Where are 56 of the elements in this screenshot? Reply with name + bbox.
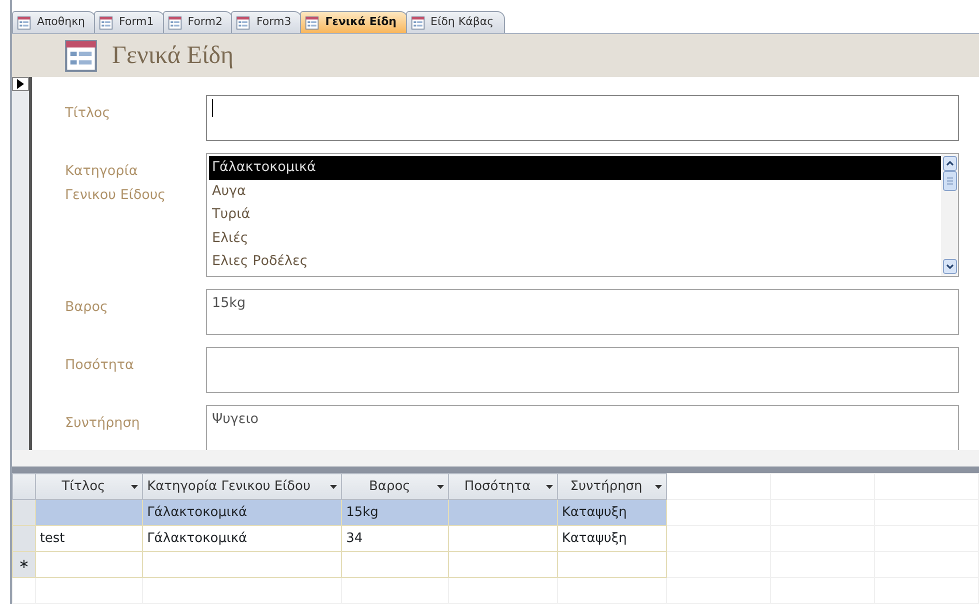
table-row[interactable]: test Γάλακτοκομικά 34 Καταψυξη (12, 526, 978, 552)
record-selector[interactable] (12, 77, 29, 92)
table-cell: Γάλακτοκομικά (147, 530, 248, 546)
document-tab[interactable]: Είδη Κάβας (406, 11, 505, 33)
form-icon (17, 16, 31, 30)
current-record-icon (17, 79, 24, 90)
field-label: Τίτλος (65, 104, 112, 124)
list-item[interactable]: Τυριά (209, 203, 941, 227)
dropdown-caret-icon[interactable] (437, 484, 444, 488)
column-header[interactable]: Ποσότητα (448, 474, 558, 500)
dropdown-caret-icon[interactable] (654, 484, 662, 488)
scroll-thumb-icon[interactable] (942, 171, 956, 192)
table-cell: Καταψυξη (562, 504, 627, 520)
table-cell: 34 (346, 530, 363, 546)
field-label: Ποσότητα (65, 356, 135, 376)
table-row[interactable]: Γάλακτοκομικά 15kg Καταψυξη (12, 500, 978, 526)
list-item[interactable]: Αυγα (209, 180, 941, 204)
column-header[interactable]: Τίτλος (35, 474, 143, 500)
input-field[interactable]: 15kg (206, 289, 959, 336)
form-icon (305, 16, 320, 30)
table-cell: test (40, 530, 65, 546)
table-cell: 15kg (346, 504, 378, 520)
form-icon (410, 16, 425, 30)
dropdown-caret-icon[interactable] (546, 484, 553, 488)
document-tab[interactable]: Γενικά Είδη (300, 11, 408, 33)
new-record-marker: ∗ (18, 556, 30, 572)
list-item[interactable]: Γάλακτοκομικά (209, 156, 941, 180)
form-icon (64, 38, 98, 73)
column-header[interactable]: Συντήρηση (557, 474, 666, 500)
input-field[interactable] (206, 95, 959, 142)
table-cell: Γάλακτοκομικά (147, 504, 248, 520)
dropdown-caret-icon[interactable] (330, 484, 338, 488)
document-tab[interactable]: Form1 (94, 11, 165, 33)
field-label: Κατηγορία Γενικου Είδους (65, 162, 167, 206)
input-field[interactable] (206, 347, 959, 394)
table-cell: Καταψυξη (562, 530, 627, 546)
document-tab[interactable]: Form2 (162, 11, 234, 33)
column-header[interactable]: Κατηγορία Γενικου Είδου (142, 474, 342, 500)
splitter-bar[interactable] (12, 450, 979, 473)
list-item[interactable]: Ελιες Ροδέλες (209, 250, 941, 274)
form-icon (236, 16, 250, 30)
text-cursor (212, 99, 213, 118)
document-tab[interactable]: Form3 (231, 11, 302, 33)
field-label: Συντήρηση (65, 414, 141, 434)
list-item[interactable]: Ελιές (209, 226, 941, 250)
list-box[interactable]: Γάλακτοκομικά Αυγα Τυριά Ελιές Ελιες Ροδέλες (206, 153, 959, 278)
column-header[interactable]: Βαρος (342, 474, 449, 500)
dropdown-caret-icon[interactable] (131, 484, 138, 488)
field-label: Βαρος (65, 298, 109, 318)
scrollbar[interactable] (941, 154, 958, 276)
scroll-down-icon[interactable] (942, 259, 956, 274)
form-title: Γενικά Είδη (112, 40, 234, 71)
form-icon (99, 16, 114, 30)
form-icon (168, 16, 182, 30)
document-tab[interactable]: Αποθηκη (12, 11, 96, 33)
scroll-up-icon[interactable] (942, 156, 956, 172)
